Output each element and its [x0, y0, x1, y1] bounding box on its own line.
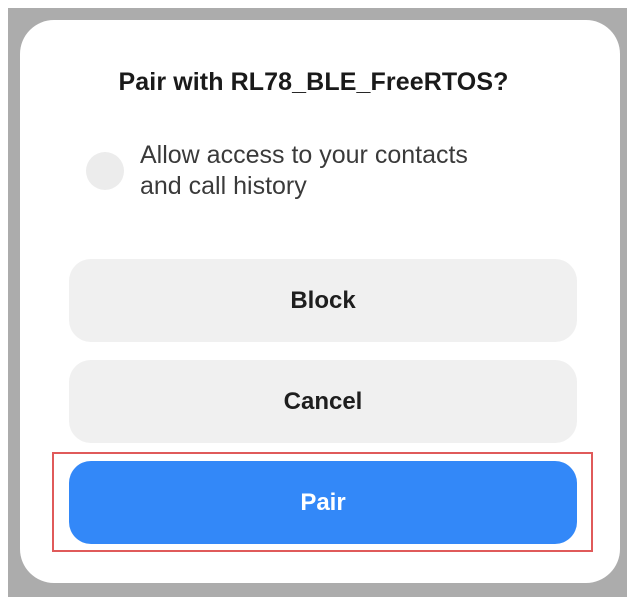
contacts-permission-label-line1: Allow access to your contacts: [140, 141, 468, 169]
contacts-permission-checkbox[interactable]: [86, 152, 124, 190]
contacts-permission-row[interactable]: Allow access to your contacts and call h…: [86, 140, 556, 206]
block-button[interactable]: Block: [69, 259, 577, 342]
dialog-title: Pair with RL78_BLE_FreeRTOS?: [118, 68, 509, 96]
contacts-permission-label: Allow access to your contacts and call h…: [140, 140, 550, 202]
block-button-label: Block: [290, 286, 356, 314]
pair-button-label: Pair: [300, 488, 346, 516]
cancel-button[interactable]: Cancel: [69, 360, 577, 443]
pair-button[interactable]: Pair: [69, 461, 577, 544]
contacts-permission-label-line2: and call history: [140, 172, 307, 200]
cancel-button-label: Cancel: [283, 387, 363, 415]
